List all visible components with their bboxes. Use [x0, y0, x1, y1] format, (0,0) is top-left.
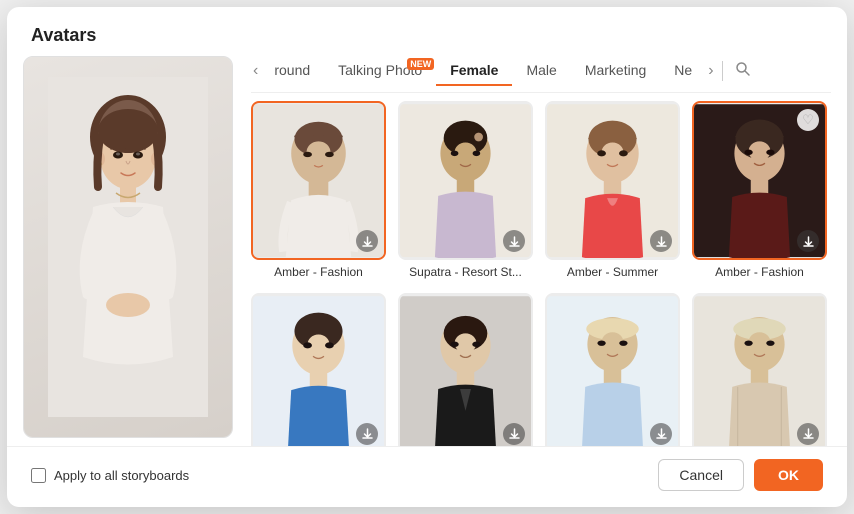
avatar-img-amber-summer[interactable] [545, 101, 680, 260]
apply-all-checkbox[interactable] [31, 468, 46, 483]
avatars-grid: Amber - Fashion Supatra - Resort St... [251, 101, 831, 446]
footer-actions: Cancel OK [658, 459, 823, 491]
cancel-button[interactable]: Cancel [658, 459, 744, 491]
avatar-card-sophie-blogger[interactable]: Sophie - Blogger [251, 293, 386, 446]
new-badge: NEW [407, 58, 434, 70]
dialog-body: ‹ round Talking Photo NEW Female Male Ma… [7, 56, 847, 446]
avatar-img-sophie-blogger[interactable] [251, 293, 386, 446]
avatar-card-supatra-resort[interactable]: Supatra - Resort St... [398, 101, 533, 279]
tabs-bar: ‹ round Talking Photo NEW Female Male Ma… [251, 56, 831, 93]
heart-icon[interactable]: ♡ [797, 109, 819, 131]
avatar-card-amber-fashion-2[interactable]: ♡ Amber - Fashion [692, 101, 827, 279]
avatar-card-sara-traveler[interactable]: Sara - Traveler [692, 293, 827, 446]
avatar-label-supatra-resort: Supatra - Resort St... [398, 265, 533, 279]
avatar-card-sara-nurse[interactable]: Sara - Nurse [545, 293, 680, 446]
dialog-title: Avatars [7, 7, 847, 56]
tab-new[interactable]: Ne [660, 56, 706, 86]
apply-all-label[interactable]: Apply to all storyboards [54, 468, 189, 483]
ok-button[interactable]: OK [754, 459, 823, 491]
search-icon [735, 61, 751, 77]
tab-male[interactable]: Male [512, 56, 570, 86]
search-icon-btn[interactable] [729, 57, 757, 86]
right-panel: ‹ round Talking Photo NEW Female Male Ma… [251, 56, 831, 446]
dialog-footer: Apply to all storyboards Cancel OK [7, 446, 847, 507]
tab-divider [722, 61, 723, 81]
avatar-img-amber-fashion-1[interactable] [251, 101, 386, 260]
tab-round[interactable]: round [260, 56, 324, 86]
preview-panel [23, 56, 233, 438]
avatars-dialog: Avatars [7, 7, 847, 507]
avatar-card-amber-fashion-1[interactable]: Amber - Fashion [251, 101, 386, 279]
download-icon[interactable] [356, 423, 378, 445]
tab-talking-photo[interactable]: Talking Photo NEW [324, 56, 436, 86]
avatar-label-amber-summer: Amber - Summer [545, 265, 680, 279]
tab-female[interactable]: Female [436, 56, 512, 86]
download-icon[interactable] [650, 423, 672, 445]
download-icon[interactable] [797, 423, 819, 445]
avatar-card-sophie-formal[interactable]: Sophie - Formal [398, 293, 533, 446]
avatar-label-amber-fashion-2: Amber - Fashion [692, 265, 827, 279]
avatar-preview-svg [48, 77, 208, 417]
preview-avatar [24, 57, 232, 437]
avatar-card-amber-summer[interactable]: Amber - Summer [545, 101, 680, 279]
avatar-img-supatra-resort[interactable] [398, 101, 533, 260]
tab-marketing[interactable]: Marketing [571, 56, 660, 86]
avatar-img-amber-fashion-2[interactable]: ♡ [692, 101, 827, 260]
avatar-img-sophie-formal[interactable] [398, 293, 533, 446]
avatar-label-amber-fashion-1: Amber - Fashion [251, 265, 386, 279]
tab-prev-btn[interactable]: ‹ [251, 58, 260, 84]
tab-next-btn[interactable]: › [706, 58, 715, 84]
apply-all-section: Apply to all storyboards [31, 468, 189, 483]
download-icon[interactable] [503, 423, 525, 445]
avatar-img-sara-nurse[interactable] [545, 293, 680, 446]
avatar-img-sara-traveler[interactable] [692, 293, 827, 446]
